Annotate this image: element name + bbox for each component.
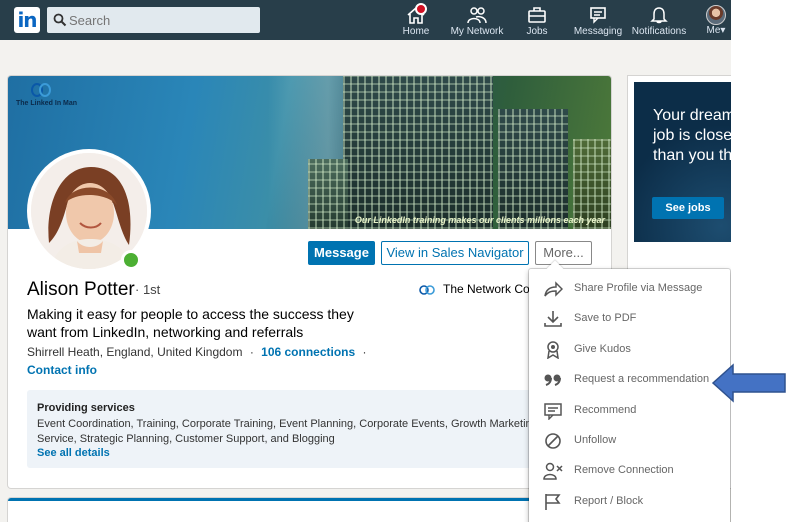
brand-name: The Linked In Man [16,100,78,107]
network-icon [467,7,487,24]
menu-item-report-block[interactable]: Report / Block [529,487,730,517]
next-section-card [8,498,611,522]
profile-name: Alison Potter [27,279,135,300]
see-all-details-link[interactable]: See all details [37,447,110,459]
banner-tagline: Our LinkedIn training makes our clients … [354,215,605,225]
banner-building [498,109,568,229]
more-actions-menu: Share Profile via Message Save to PDF Gi… [529,260,730,522]
search-box[interactable] [47,7,260,33]
remove-person-icon [543,462,563,480]
search-input[interactable] [69,10,254,30]
menu-item-label: Remove Connection [574,464,674,476]
menu-item-label: Give Kudos [574,343,631,355]
company-logo-icon [419,285,435,295]
block-circle-icon [545,433,561,449]
nav-messaging-label: Messaging [573,26,623,37]
comment-icon [544,403,562,420]
profile-location: Shirrell Heath, England, United Kingdom [27,345,243,359]
menu-item-recommend[interactable]: Recommend [529,396,730,426]
flag-icon [545,494,561,510]
nav-messaging[interactable]: Messaging [572,0,624,40]
menu-item-label: Report / Block [574,495,644,507]
menu-item-label: Recommend [574,404,637,416]
quote-icon [544,374,561,386]
message-button[interactable]: Message [308,241,375,265]
banner-building [308,159,348,229]
separator: · [249,345,254,359]
profile-card: The Linked In Man Our LinkedIn training … [8,76,611,488]
current-company[interactable]: The Network Coa [419,282,536,296]
nav-notifications[interactable]: Notifications [631,0,687,40]
annotation-arrow-icon [711,363,786,403]
connections-link[interactable]: 106 connections [261,345,355,359]
menu-item-request-recommendation[interactable]: Request a recommendation [529,365,730,395]
menu-item-remove-connection[interactable]: Remove Connection [529,456,730,486]
nav-my-network[interactable]: My Network [448,0,506,40]
menu-item-label: Unfollow [574,434,617,446]
nav-my-network-label: My Network [450,26,504,37]
search-icon [53,13,67,27]
menu-item-unfollow[interactable]: Unfollow [529,426,730,456]
home-notification-badge [415,3,427,15]
nav-me[interactable]: Me▾ [702,0,730,40]
company-name: The Network Coa [443,282,537,296]
more-button[interactable]: More... [535,241,592,265]
menu-item-label: Share Profile via Message [574,282,703,294]
nav-jobs-label: Jobs [526,26,548,37]
separator: · [362,345,367,359]
messaging-icon [590,7,606,24]
nav-home-label: Home [402,26,430,37]
menu-item-label: Save to PDF [574,312,637,324]
contact-info-link[interactable]: Contact info [27,363,97,377]
providing-services-box: Providing services Event Coordination, T… [27,390,611,468]
me-avatar [706,5,726,25]
share-arrow-icon [544,281,563,297]
linkedin-logo[interactable]: in [14,7,40,33]
download-icon [544,311,562,327]
location-line: Shirrell Heath, England, United Kingdom … [27,345,367,359]
menu-item-save-pdf[interactable]: Save to PDF [529,304,730,334]
menu-item-give-kudos[interactable]: Give Kudos [529,335,730,365]
profile-headline: Making it easy for people to access the … [27,306,354,340]
services-title: Providing services [37,402,135,414]
award-ribbon-icon [547,341,559,359]
linkedin-window: in Home My Network [0,0,731,522]
see-jobs-button[interactable]: See jobs [652,197,724,219]
services-list: Event Coordination, Training, Corporate … [37,418,558,445]
menu-item-share-profile[interactable]: Share Profile via Message [529,274,730,304]
menu-item-label: Request a recommendation [574,373,710,385]
banner-building [343,76,493,229]
nav-home[interactable]: Home [399,0,433,40]
nav-jobs[interactable]: Jobs [522,0,552,40]
connection-degree: · 1st [135,282,161,297]
online-status-dot [121,250,141,270]
top-nav-bar: in Home My Network [0,0,731,40]
nav-notifications-label: Notifications [631,26,687,37]
ad-panel: Your dream job is closer than you think … [634,82,731,242]
ad-text: Your dream job is closer than you think [653,107,731,164]
bell-icon [650,7,668,24]
briefcase-icon [528,7,546,23]
brand-logo: The Linked In Man [16,82,86,112]
nav-me-label: Me▾ [706,25,726,36]
infinity-logo-icon [31,83,51,97]
view-in-sales-navigator-button[interactable]: View in Sales Navigator [381,241,529,265]
